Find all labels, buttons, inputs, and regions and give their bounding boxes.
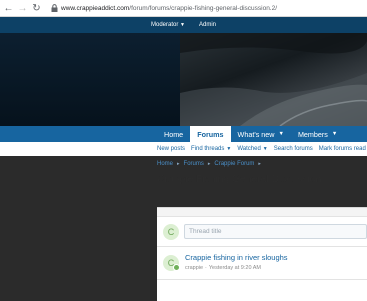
page-title: Crappie Fishing General Discussion <box>157 173 322 185</box>
admin-link[interactable]: Admin <box>199 22 216 28</box>
thread-date: Yesterday at 9:20 AM <box>208 265 261 271</box>
avatar: C <box>163 255 180 271</box>
site-banner <box>0 33 367 126</box>
moderator-menu[interactable]: Moderator ▼ <box>151 22 185 28</box>
tab-home[interactable]: Home <box>157 126 190 142</box>
tab-label: Home <box>164 129 184 139</box>
avatar: C <box>163 224 179 240</box>
caret-down-icon: ▼ <box>331 131 338 137</box>
tab-members[interactable]: Members ▼ <box>291 126 344 142</box>
forward-arrow-icon[interactable]: → <box>17 0 28 17</box>
moderator-label: Moderator <box>151 22 179 28</box>
caret-down-icon: ▼ <box>180 22 185 28</box>
back-arrow-icon[interactable]: ← <box>3 0 14 17</box>
banner-photo <box>180 33 367 126</box>
main-navbar: Home Forums What's new ▼ Members ▼ <box>0 126 367 142</box>
caret-down-icon: ▼ <box>226 146 232 152</box>
thread-meta: crappie · Yesterday at 9:20 AM <box>185 265 261 271</box>
thread-title-link[interactable]: Crappie fishing in river sloughs <box>185 253 288 262</box>
tab-label: Members <box>297 129 328 139</box>
table-row[interactable]: C Crappie fishing in river sloughs crapp… <box>157 247 367 280</box>
breadcrumb: Home ▸ Forums ▸ Crappie Forum ▸ <box>157 161 265 167</box>
caret-down-icon: ▼ <box>278 131 284 137</box>
lock-icon <box>49 0 59 17</box>
breadcrumb-home[interactable]: Home <box>157 161 173 167</box>
moderator-bar: Moderator ▼ Admin <box>0 17 367 33</box>
tab-label: Forums <box>197 129 224 139</box>
tab-label: What's new <box>237 129 275 139</box>
subnav-label: Find threads <box>191 146 225 152</box>
breadcrumb-forums[interactable]: Forums <box>184 161 204 167</box>
quick-thread-row: C <box>157 217 367 247</box>
meta-separator: · <box>205 265 207 271</box>
chevron-right-icon: ▸ <box>177 161 180 167</box>
online-status-icon <box>173 264 180 271</box>
url-host: www.crappieaddict.com <box>61 4 130 12</box>
mark-forums-read-link[interactable]: Mark forums read <box>319 146 366 152</box>
address-bar[interactable]: www.crappieaddict.com/forum/forums/crapp… <box>61 5 277 12</box>
new-posts-link[interactable]: New posts <box>157 146 185 152</box>
find-threads-menu[interactable]: Find threads ▼ <box>191 146 231 152</box>
banner-background <box>0 33 180 126</box>
sub-navbar: New posts Find threads ▼ Watched ▼ Search … <box>0 142 367 156</box>
subnav-label: Watched <box>237 146 261 152</box>
thread-author[interactable]: crappie <box>185 265 203 271</box>
tab-whats-new[interactable]: What's new ▼ <box>231 126 291 142</box>
browser-toolbar: ← → ↻ www.crappieaddict.com/forum/forums… <box>0 0 367 17</box>
search-forums-link[interactable]: Search forums <box>274 146 313 152</box>
chevron-right-icon: ▸ <box>258 161 261 167</box>
chevron-right-icon: ▸ <box>207 161 211 167</box>
watched-menu[interactable]: Watched ▼ <box>237 146 267 152</box>
url-path: /forum/forums/crappie-fishing-general-di… <box>129 4 278 12</box>
thread-title-input[interactable] <box>184 224 367 239</box>
panel-header <box>157 208 367 217</box>
caret-down-icon: ▼ <box>262 146 268 152</box>
tab-forums[interactable]: Forums <box>190 126 231 142</box>
reload-icon[interactable]: ↻ <box>31 0 42 17</box>
breadcrumb-crappie-forum[interactable]: Crappie Forum <box>214 161 254 167</box>
thread-list-panel: C C Crappie fishing in river sloughs cra… <box>157 207 367 301</box>
